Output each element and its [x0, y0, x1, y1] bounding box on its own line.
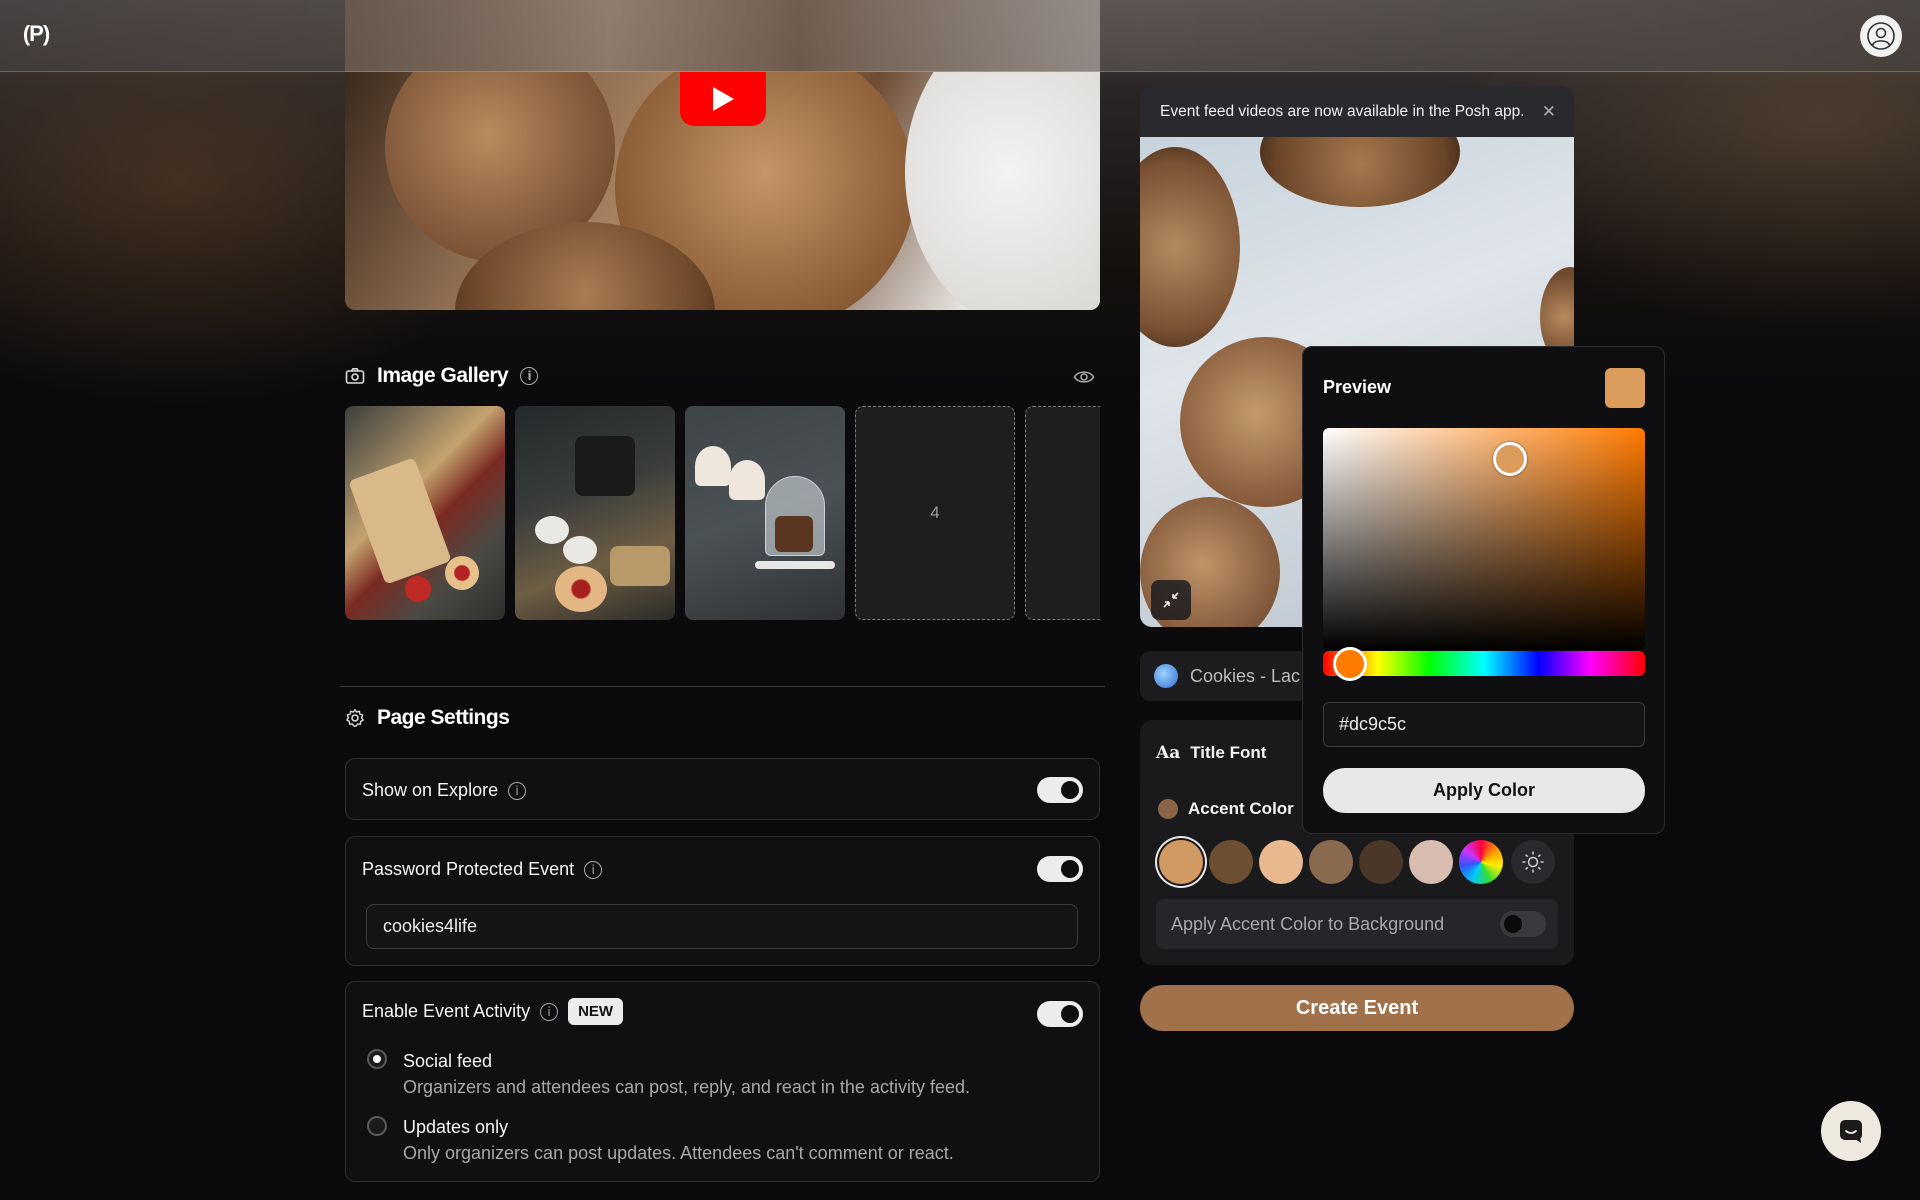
updates-only-description: Only organizers can post updates. Attend… — [403, 1143, 954, 1163]
password-protected-toggle[interactable] — [1037, 856, 1083, 882]
eye-icon[interactable] — [1073, 369, 1095, 385]
color-preview-swatch — [1605, 368, 1645, 408]
hex-color-input[interactable] — [1323, 702, 1645, 747]
accent-color-label: Accent Color — [1188, 799, 1294, 818]
show-on-explore-card: Show on Explore i — [345, 758, 1100, 820]
info-icon[interactable]: i — [520, 367, 539, 385]
collapse-preview-button[interactable] — [1151, 580, 1191, 620]
info-icon[interactable]: i — [540, 1002, 559, 1021]
apply-accent-background-label: Apply Accent Color to Background — [1171, 913, 1445, 934]
close-icon[interactable]: ✕ — [1542, 102, 1556, 122]
social-feed-description: Organizers and attendees can post, reply… — [403, 1077, 970, 1097]
custom-color-wheel-swatch[interactable] — [1459, 840, 1503, 884]
hue-slider-handle[interactable] — [1332, 647, 1367, 681]
person-icon — [1867, 22, 1895, 50]
info-icon[interactable]: i — [584, 860, 603, 879]
globe-icon — [1154, 664, 1178, 688]
saturation-brightness-handle[interactable] — [1492, 442, 1527, 477]
image-gallery-row: 4 — [345, 406, 1100, 620]
gallery-image-3[interactable] — [685, 406, 845, 620]
title-font-label: Title Font — [1190, 743, 1267, 762]
top-navigation-bar: (P) — [0, 0, 1920, 72]
saturation-brightness-area[interactable] — [1323, 428, 1645, 650]
social-feed-title: Social feed — [403, 1051, 493, 1071]
show-on-explore-label-group: Show on Explore i — [362, 780, 527, 801]
section-divider — [340, 686, 1105, 687]
info-icon[interactable]: i — [508, 781, 527, 800]
posh-logo[interactable]: (P) — [18, 20, 54, 48]
youtube-play-button[interactable] — [680, 72, 766, 126]
camera-icon — [345, 368, 365, 384]
social-feed-radio[interactable] — [367, 1049, 387, 1069]
image-gallery-title: Image Gallery — [377, 364, 509, 387]
show-on-explore-label: Show on Explore — [362, 780, 499, 800]
hue-slider[interactable] — [1323, 651, 1645, 676]
theme-mode-button[interactable] — [1511, 840, 1555, 884]
event-activity-label: Enable Event Activity — [362, 1001, 531, 1021]
support-chat-button[interactable] — [1821, 1101, 1881, 1161]
gallery-image-2[interactable] — [515, 406, 675, 620]
image-gallery-header: Image Gallery i — [345, 364, 539, 388]
play-icon — [713, 87, 734, 111]
sun-icon — [1522, 851, 1544, 873]
event-password-input[interactable] — [366, 904, 1078, 949]
accent-color-dot — [1158, 799, 1178, 819]
chat-icon — [1840, 1120, 1862, 1143]
create-event-button[interactable]: Create Event — [1140, 985, 1574, 1031]
accent-color-selector[interactable]: Accent Color — [1158, 799, 1294, 819]
gallery-image-1[interactable] — [345, 406, 505, 620]
apply-accent-background-row: Apply Accent Color to Background — [1156, 899, 1558, 949]
accent-swatch[interactable] — [1409, 840, 1453, 884]
accent-swatch[interactable] — [1209, 840, 1253, 884]
gallery-empty-slot[interactable]: 4 — [855, 406, 1015, 620]
apply-color-button[interactable]: Apply Color — [1323, 768, 1645, 813]
accent-swatch[interactable] — [1159, 840, 1203, 884]
page-settings-title: Page Settings — [377, 706, 510, 729]
title-font-selector[interactable]: Aa Title Font — [1156, 743, 1266, 763]
password-protected-label-group: Password Protected Event i — [362, 859, 603, 880]
updates-only-radio[interactable] — [367, 1116, 387, 1136]
password-protected-label: Password Protected Event — [362, 859, 575, 879]
gear-icon — [346, 709, 364, 727]
minimize-arrows-icon — [1163, 592, 1179, 608]
gallery-slot-number: 4 — [930, 503, 940, 522]
accent-swatch[interactable] — [1309, 840, 1353, 884]
color-picker-popover: Preview Apply Color — [1302, 346, 1665, 834]
accent-swatch[interactable] — [1259, 840, 1303, 884]
apply-accent-background-toggle[interactable] — [1500, 911, 1546, 937]
feed-videos-banner: Event feed videos are now available in t… — [1140, 86, 1574, 137]
font-icon: Aa — [1156, 743, 1181, 763]
updates-only-title: Updates only — [403, 1117, 509, 1137]
event-activity-label-group: Enable Event Activity i NEW — [362, 998, 624, 1025]
new-badge: NEW — [568, 998, 624, 1025]
user-profile-icon[interactable] — [1860, 15, 1902, 57]
event-activity-toggle[interactable] — [1037, 1001, 1083, 1027]
show-on-explore-toggle[interactable] — [1037, 777, 1083, 803]
picker-preview-title: Preview — [1323, 377, 1392, 397]
gallery-empty-slot[interactable] — [1025, 406, 1100, 620]
video-frame-bowl — [905, 72, 1100, 310]
event-chip-text: Cookies - Lac — [1190, 665, 1301, 686]
page-settings-header: Page Settings — [345, 706, 510, 730]
accent-swatch[interactable] — [1359, 840, 1403, 884]
banner-text: Event feed videos are now available in t… — [1160, 102, 1525, 120]
